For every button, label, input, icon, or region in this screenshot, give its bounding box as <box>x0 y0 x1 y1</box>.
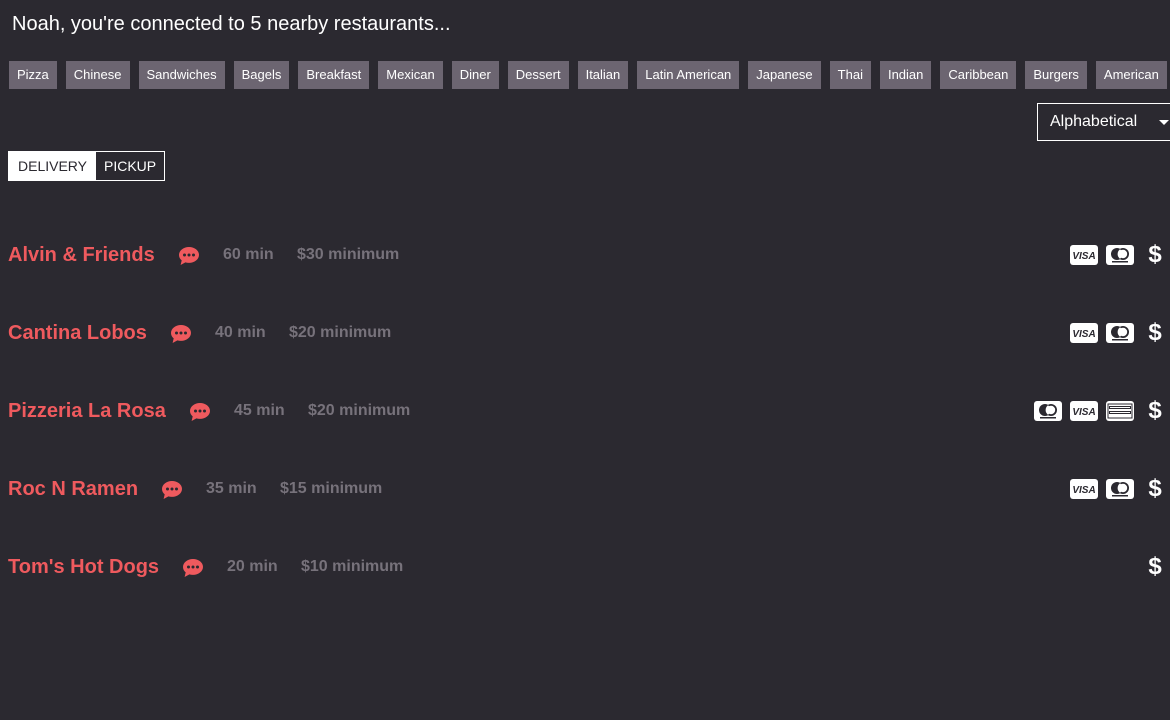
category-chip-pizza[interactable]: Pizza <box>9 61 57 89</box>
dollar-icon: $ <box>1148 319 1162 346</box>
dollar-icon: $ <box>1148 475 1162 502</box>
sort-dropdown-label: Alphabetical <box>1050 113 1138 130</box>
category-chip-mexican[interactable]: Mexican <box>378 61 443 89</box>
category-chip-italian[interactable]: Italian <box>577 61 629 89</box>
mastercard-icon <box>1106 323 1134 343</box>
chat-bubble-icon[interactable] <box>178 246 200 266</box>
restaurant-list-page: Noah, you're connected to 5 nearby resta… <box>0 0 1170 720</box>
chat-bubble-icon[interactable] <box>170 324 192 344</box>
category-chip-burgers[interactable]: Burgers <box>1025 61 1087 89</box>
sort-dropdown[interactable]: Alphabetical <box>1037 103 1170 141</box>
order-minimum: $30 minimum <box>297 246 400 263</box>
restaurant-row[interactable]: Pizzeria La Rosa 45 min $20 minimum VISA… <box>8 391 1162 431</box>
category-chip-thai[interactable]: Thai <box>829 61 871 89</box>
delivery-time: 20 min <box>227 558 278 575</box>
category-chip-indian[interactable]: Indian <box>879 61 932 89</box>
chat-bubble-icon[interactable] <box>182 558 204 578</box>
mastercard-icon <box>1106 245 1134 265</box>
restaurant-name[interactable]: Tom's Hot Dogs <box>8 555 159 579</box>
order-minimum: $15 minimum <box>280 480 383 497</box>
restaurant-name[interactable]: Cantina Lobos <box>8 321 147 345</box>
amex-icon <box>1106 401 1134 421</box>
payment-methods: VISA $ <box>1034 399 1162 423</box>
mastercard-icon <box>1034 401 1062 421</box>
order-minimum: $10 minimum <box>301 558 404 575</box>
dollar-icon: $ <box>1148 397 1162 424</box>
category-chip-sandwiches[interactable]: Sandwiches <box>138 61 225 89</box>
restaurant-name[interactable]: Roc N Ramen <box>8 477 138 501</box>
order-minimum: $20 minimum <box>308 402 411 419</box>
restaurant-name[interactable]: Alvin & Friends <box>8 243 155 267</box>
payment-methods: VISA $ <box>1070 243 1162 267</box>
svg-text:VISA: VISA <box>1072 251 1095 262</box>
delivery-time: 45 min <box>234 402 285 419</box>
restaurant-row[interactable]: Roc N Ramen 35 min $15 minimum VISA $ <box>8 469 1162 509</box>
order-minimum: $20 minimum <box>289 324 392 341</box>
category-chip-chinese[interactable]: Chinese <box>65 61 130 89</box>
category-chip-dessert[interactable]: Dessert <box>507 61 569 89</box>
restaurant-row[interactable]: Alvin & Friends 60 min $30 minimum VISA … <box>8 235 1162 275</box>
visa-icon: VISA <box>1070 401 1098 421</box>
category-chip-japanese[interactable]: Japanese <box>748 61 821 89</box>
delivery-time: 35 min <box>206 480 257 497</box>
svg-text:VISA: VISA <box>1072 329 1095 340</box>
category-chip-caribbean[interactable]: Caribbean <box>940 61 1017 89</box>
restaurant-name[interactable]: Pizzeria La Rosa <box>8 399 166 423</box>
dollar-icon: $ <box>1148 241 1162 268</box>
svg-text:VISA: VISA <box>1072 407 1095 418</box>
visa-icon: VISA <box>1070 479 1098 499</box>
visa-icon: VISA <box>1070 323 1098 343</box>
payment-methods: VISA $ <box>1070 321 1162 345</box>
delivery-time: 40 min <box>215 324 266 341</box>
visa-icon: VISA <box>1070 245 1098 265</box>
category-filter-bar: Pizza Chinese Sandwiches Bagels Breakfas… <box>9 61 1167 89</box>
category-chip-american[interactable]: American <box>1095 61 1167 89</box>
payment-methods: VISA $ <box>1070 477 1162 501</box>
pickup-button[interactable]: PICKUP <box>96 152 165 180</box>
mastercard-icon <box>1106 479 1134 499</box>
payment-methods: $ <box>1142 555 1162 579</box>
chat-bubble-icon[interactable] <box>161 480 183 500</box>
category-chip-diner[interactable]: Diner <box>451 61 499 89</box>
category-chip-bagels[interactable]: Bagels <box>233 61 290 89</box>
svg-text:VISA: VISA <box>1072 485 1095 496</box>
delivery-time: 60 min <box>223 246 274 263</box>
dollar-icon: $ <box>1148 553 1162 580</box>
category-chip-breakfast[interactable]: Breakfast <box>298 61 370 89</box>
caret-down-icon <box>1159 120 1169 125</box>
greeting-heading: Noah, you're connected to 5 nearby resta… <box>12 13 451 35</box>
restaurant-row[interactable]: Cantina Lobos 40 min $20 minimum VISA $ <box>8 313 1162 353</box>
delivery-button[interactable]: DELIVERY <box>9 152 96 180</box>
chat-bubble-icon[interactable] <box>189 402 211 422</box>
delivery-pickup-toggle: DELIVERY PICKUP <box>8 151 166 181</box>
category-chip-latin-american[interactable]: Latin American <box>637 61 740 89</box>
restaurant-row[interactable]: Tom's Hot Dogs 20 min $10 minimum $ <box>8 547 1162 587</box>
